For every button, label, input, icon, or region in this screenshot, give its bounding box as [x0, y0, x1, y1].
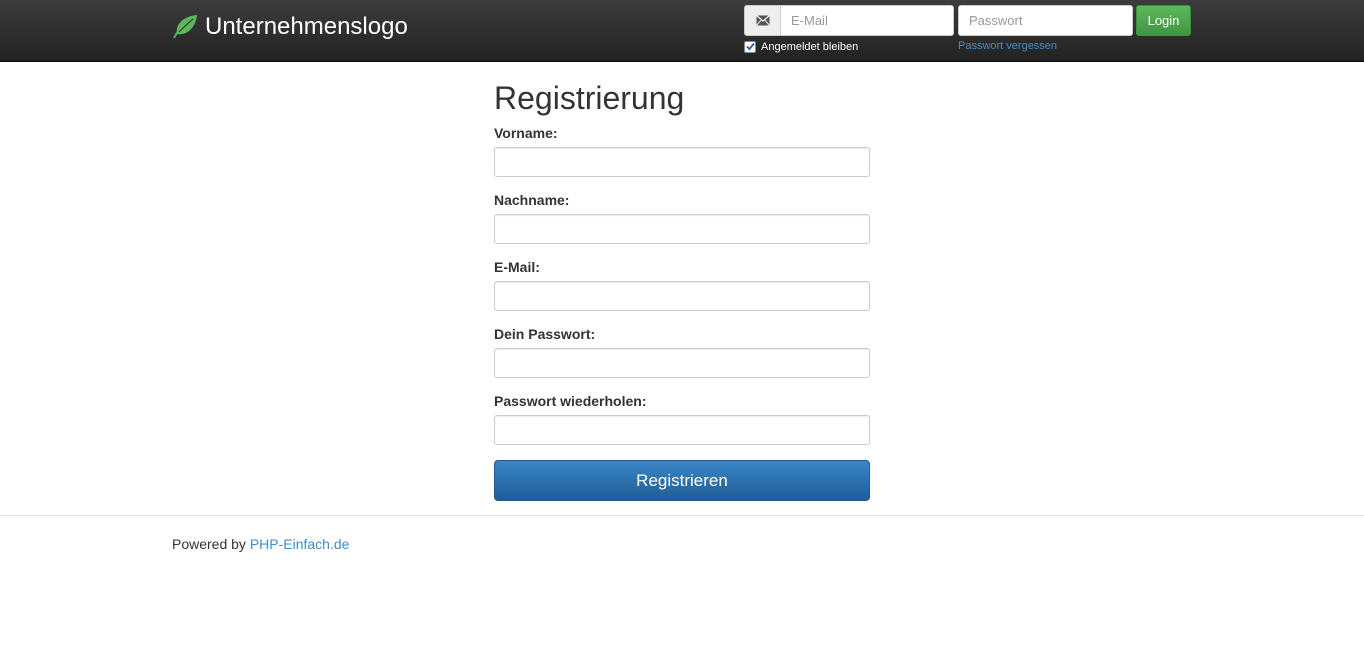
- envelope-icon: [744, 5, 780, 36]
- footer-divider: [0, 515, 1364, 516]
- first-name-label: Vorname:: [494, 125, 558, 141]
- field-email: E-Mail:: [494, 259, 870, 311]
- password-repeat-label: Passwort wiederholen:: [494, 393, 647, 409]
- register-button[interactable]: Registrieren: [494, 460, 870, 501]
- footer-link[interactable]: PHP-Einfach.de: [250, 536, 350, 552]
- remember-me-checkbox[interactable]: [744, 40, 756, 53]
- brand[interactable]: Unternehmenslogo: [172, 11, 408, 43]
- last-name-input[interactable]: [494, 214, 870, 244]
- footer: Powered by PHP-Einfach.de: [172, 536, 349, 552]
- footer-powered-by: Powered by: [172, 536, 246, 552]
- remember-me-label: Angemeldet bleiben: [761, 40, 859, 53]
- field-last-name: Nachname:: [494, 192, 870, 244]
- email-label: E-Mail:: [494, 259, 540, 275]
- password-repeat-input[interactable]: [494, 415, 870, 445]
- email-input[interactable]: [494, 281, 870, 311]
- first-name-input[interactable]: [494, 147, 870, 177]
- remember-me[interactable]: Angemeldet bleiben: [744, 40, 858, 53]
- top-navbar: Unternehmenslogo Login Angemeldet bleibe…: [0, 0, 1364, 62]
- forgot-password-link[interactable]: Passwort vergessen: [958, 40, 1057, 53]
- field-password-repeat: Passwort wiederholen:: [494, 393, 870, 445]
- field-first-name: Vorname:: [494, 125, 870, 177]
- login-form: Login Angemeldet bleiben Passwort verges…: [744, 5, 1192, 57]
- password-input[interactable]: [494, 348, 870, 378]
- password-label: Dein Passwort:: [494, 326, 596, 342]
- login-password-input[interactable]: [958, 5, 1133, 36]
- leaf-icon: [172, 14, 198, 40]
- field-password: Dein Passwort:: [494, 326, 870, 378]
- registration-form: Registrierung Vorname: Nachname: E-Mail:…: [494, 78, 870, 501]
- last-name-label: Nachname:: [494, 192, 570, 208]
- login-button[interactable]: Login: [1136, 5, 1191, 36]
- page-title: Registrierung: [494, 80, 685, 116]
- brand-logo-text: Unternehmenslogo: [205, 13, 408, 40]
- checkmark-icon: [745, 42, 755, 51]
- login-email-input[interactable]: [780, 5, 954, 36]
- email-input-group: [744, 5, 954, 36]
